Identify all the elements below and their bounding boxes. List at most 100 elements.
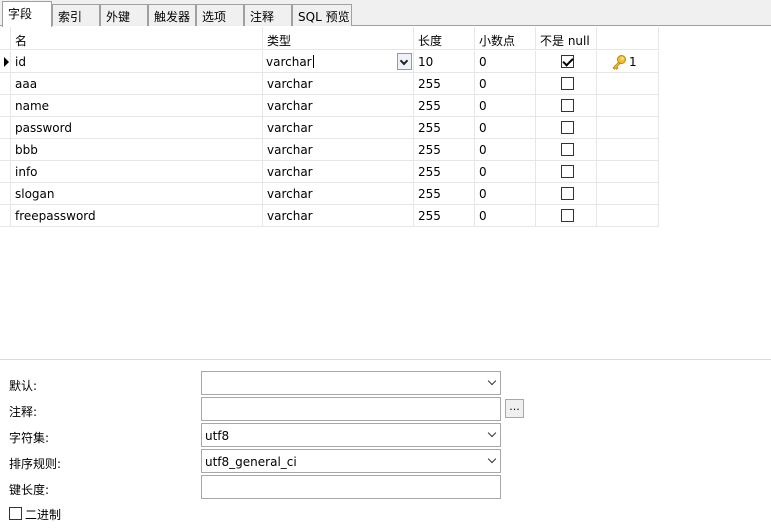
tab-fields[interactable]: 字段 (2, 1, 52, 27)
field-not-null-cell (536, 205, 597, 226)
field-decimals-cell[interactable]: 0 (475, 51, 536, 72)
not-null-checkbox[interactable] (561, 99, 574, 112)
header-not-null[interactable]: 不是 null (536, 27, 597, 49)
field-decimals-cell[interactable]: 0 (475, 117, 536, 138)
default-label: 默认: (9, 379, 38, 393)
key-icon (612, 55, 626, 70)
field-key-cell[interactable] (597, 95, 659, 116)
field-length-cell[interactable]: 255 (414, 139, 475, 160)
field-length-cell[interactable]: 255 (414, 183, 475, 204)
key-order: 1 (629, 55, 637, 69)
field-type-cell[interactable]: varchar (263, 139, 414, 160)
comment-input[interactable] (201, 397, 501, 421)
field-name-cell[interactable]: id (11, 51, 263, 72)
not-null-checkbox[interactable] (561, 121, 574, 134)
not-null-checkbox[interactable] (561, 55, 574, 68)
key-length-label: 键长度: (9, 483, 50, 497)
grid-header: 名 类型 长度 小数点 不是 null (0, 27, 659, 50)
field-name-cell[interactable]: info (11, 161, 263, 182)
chevron-down-icon (487, 376, 497, 386)
field-type-cell[interactable]: varchar (263, 183, 414, 204)
field-not-null-cell (536, 51, 597, 72)
table-row[interactable]: bbb varchar 255 0 (0, 139, 659, 161)
triangle-right-icon (4, 57, 9, 67)
tab-triggers[interactable]: 触发器 (148, 4, 196, 26)
tab-indexes[interactable]: 索引 (52, 4, 100, 26)
field-type-value: varchar (266, 55, 314, 69)
row-indicator-cell (0, 73, 11, 94)
type-dropdown-button[interactable] (397, 53, 412, 70)
field-length-cell[interactable]: 255 (414, 73, 475, 94)
header-name[interactable]: 名 (11, 27, 263, 49)
table-row[interactable]: info varchar 255 0 (0, 161, 659, 183)
key-length-input[interactable] (201, 475, 501, 499)
field-decimals-cell[interactable]: 0 (475, 73, 536, 94)
field-type-cell[interactable]: varchar (263, 51, 414, 72)
table-row[interactable]: freepassword varchar 255 0 (0, 205, 659, 227)
table-row[interactable]: password varchar 255 0 (0, 117, 659, 139)
not-null-checkbox[interactable] (561, 143, 574, 156)
field-decimals-cell[interactable]: 0 (475, 161, 536, 182)
field-type-cell[interactable]: varchar (263, 161, 414, 182)
field-length-cell[interactable]: 255 (414, 95, 475, 116)
field-not-null-cell (536, 95, 597, 116)
field-length-cell[interactable]: 255 (414, 161, 475, 182)
row-indicator-cell (0, 51, 11, 72)
field-decimals-cell[interactable]: 0 (475, 139, 536, 160)
field-key-cell[interactable]: 1 (597, 51, 659, 72)
default-select[interactable] (201, 371, 501, 395)
table-row[interactable]: id varchar 10 0 1 (0, 51, 659, 73)
tab-bar: 字段 索引 外键 触发器 选项 注释 SQL 预览 (0, 0, 771, 27)
field-name-cell[interactable]: name (11, 95, 263, 116)
collation-value: utf8_general_ci (205, 455, 297, 469)
table-row[interactable]: slogan varchar 255 0 (0, 183, 659, 205)
header-decimals[interactable]: 小数点 (475, 27, 536, 49)
field-not-null-cell (536, 73, 597, 94)
tab-options[interactable]: 选项 (196, 4, 244, 26)
collation-label: 排序规则: (9, 457, 62, 471)
tab-comment[interactable]: 注释 (244, 4, 292, 26)
field-key-cell[interactable] (597, 139, 659, 160)
field-not-null-cell (536, 117, 597, 138)
not-null-checkbox[interactable] (561, 187, 574, 200)
not-null-checkbox[interactable] (561, 165, 574, 178)
field-name-cell[interactable]: bbb (11, 139, 263, 160)
tab-sql-preview[interactable]: SQL 预览 (292, 4, 352, 26)
fields-grid: 名 类型 长度 小数点 不是 null id varchar 10 0 1 aa… (0, 27, 771, 360)
field-length-cell[interactable]: 10 (414, 51, 475, 72)
field-key-cell[interactable] (597, 205, 659, 226)
row-indicator-cell (0, 205, 11, 226)
row-indicator-cell (0, 95, 11, 116)
field-type-cell[interactable]: varchar (263, 95, 414, 116)
table-row[interactable]: aaa varchar 255 0 (0, 73, 659, 95)
tab-foreign-keys[interactable]: 外键 (100, 4, 148, 26)
charset-select[interactable]: utf8 (201, 423, 501, 447)
field-name-cell[interactable]: slogan (11, 183, 263, 204)
header-length[interactable]: 长度 (414, 27, 475, 49)
field-type-cell[interactable]: varchar (263, 117, 414, 138)
table-row[interactable]: name varchar 255 0 (0, 95, 659, 117)
field-decimals-cell[interactable]: 0 (475, 183, 536, 204)
field-key-cell[interactable] (597, 161, 659, 182)
binary-checkbox[interactable] (9, 507, 22, 520)
field-properties-panel: 默认: 注释: ... 字符集: utf8 排序规则: utf8_general… (0, 361, 771, 531)
not-null-checkbox[interactable] (561, 77, 574, 90)
field-name-cell[interactable]: freepassword (11, 205, 263, 226)
field-type-cell[interactable]: varchar (263, 73, 414, 94)
field-key-cell[interactable] (597, 183, 659, 204)
collation-select[interactable]: utf8_general_ci (201, 449, 501, 473)
field-key-cell[interactable] (597, 117, 659, 138)
field-decimals-cell[interactable]: 0 (475, 95, 536, 116)
field-type-cell[interactable]: varchar (263, 205, 414, 226)
field-length-cell[interactable]: 255 (414, 205, 475, 226)
field-type-editor[interactable]: varchar (263, 51, 413, 72)
header-type[interactable]: 类型 (263, 27, 414, 49)
field-name-cell[interactable]: aaa (11, 73, 263, 94)
field-decimals-cell[interactable]: 0 (475, 205, 536, 226)
charset-value: utf8 (205, 429, 230, 443)
field-length-cell[interactable]: 255 (414, 117, 475, 138)
field-name-cell[interactable]: password (11, 117, 263, 138)
not-null-checkbox[interactable] (561, 209, 574, 222)
comment-more-button[interactable]: ... (505, 399, 524, 418)
field-key-cell[interactable] (597, 73, 659, 94)
